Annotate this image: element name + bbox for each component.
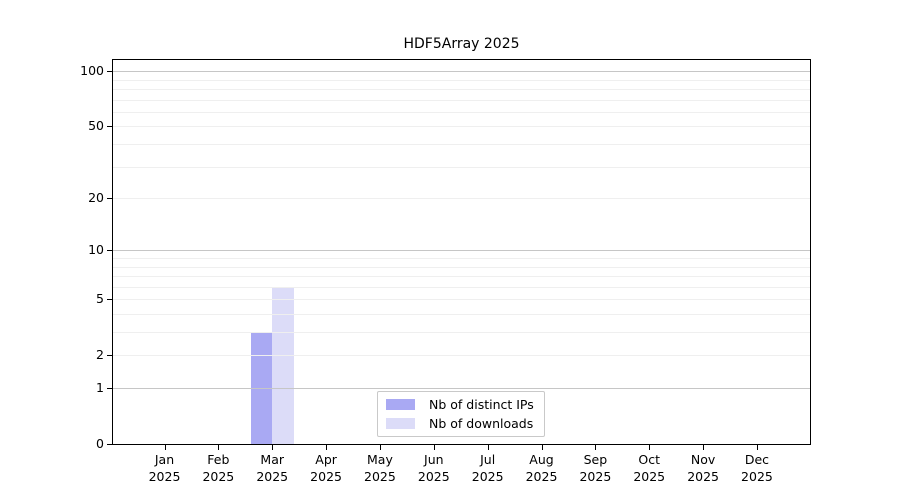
gridline-major xyxy=(113,71,810,73)
x-tick-mark xyxy=(433,444,435,450)
gridline-minor xyxy=(113,89,810,90)
gridline-minor xyxy=(113,257,810,259)
x-tick-mark xyxy=(218,444,220,450)
y-tick-mark xyxy=(107,388,113,389)
gridline-minor xyxy=(113,144,810,145)
y-tick-label: 0 xyxy=(96,436,104,451)
x-tick-mark xyxy=(649,444,651,450)
y-tick-label: 5 xyxy=(96,291,104,307)
y-tick-label: 20 xyxy=(88,190,104,206)
x-tick-mark xyxy=(164,444,166,450)
bar-downloads-mar xyxy=(272,286,294,444)
y-tick-mark xyxy=(107,198,113,200)
y-tick-mark xyxy=(107,444,113,445)
gridline-major xyxy=(113,388,810,389)
gridline-minor xyxy=(113,332,810,333)
gridline-minor xyxy=(113,313,810,315)
legend-item-downloads: Nb of downloads xyxy=(386,416,544,431)
x-tick-label-dec: Dec 2025 xyxy=(741,452,773,484)
legend-item-distinct-ips: Nb of distinct IPs xyxy=(386,397,544,412)
legend-label-downloads: Nb of downloads xyxy=(429,415,534,431)
gridline-major xyxy=(113,250,810,252)
legend-swatch-distinct-ips-icon xyxy=(386,399,415,411)
x-tick-mark xyxy=(541,444,543,450)
gridline-minor xyxy=(113,198,810,200)
gridline-minor xyxy=(113,111,810,113)
x-tick-mark xyxy=(487,444,489,450)
x-tick-mark xyxy=(756,444,758,450)
y-tick-mark xyxy=(107,299,113,301)
y-tick-label: 2 xyxy=(96,347,104,363)
gridline-minor xyxy=(113,99,810,101)
y-tick-mark xyxy=(107,126,113,128)
gridline-minor xyxy=(113,355,810,357)
y-tick-mark xyxy=(107,250,113,252)
gridline-minor xyxy=(113,299,810,301)
x-tick-mark xyxy=(326,444,328,450)
y-tick-mark xyxy=(107,355,113,357)
legend-swatch-downloads-icon xyxy=(386,417,415,429)
gridline-minor xyxy=(113,166,810,168)
x-tick-mark xyxy=(703,444,705,450)
plot-area xyxy=(112,59,811,445)
y-tick-label: 100 xyxy=(80,63,104,79)
y-tick-label: 10 xyxy=(88,242,104,258)
gridline-minor xyxy=(113,79,810,81)
y-tick-mark xyxy=(107,71,113,73)
x-tick-mark xyxy=(272,444,274,450)
y-tick-label: 50 xyxy=(88,118,104,134)
x-tick-mark xyxy=(379,444,381,450)
gridline-minor xyxy=(113,126,810,128)
download-stats-figure: HDF5Array 2025 0 1 2 5 10 20 50 100 Jan 2025 Feb 20… xyxy=(0,0,900,500)
legend-label-distinct-ips: Nb of distinct IPs xyxy=(429,397,534,413)
legend: Nb of distinct IPs Nb of downloads xyxy=(377,391,545,437)
chart-title: HDF5Array 2025 xyxy=(403,36,520,52)
gridline-minor xyxy=(113,276,810,278)
gridline-minor xyxy=(113,266,810,268)
gridline-minor xyxy=(113,286,810,288)
y-tick-label: 1 xyxy=(96,380,104,395)
x-tick-mark xyxy=(595,444,597,450)
